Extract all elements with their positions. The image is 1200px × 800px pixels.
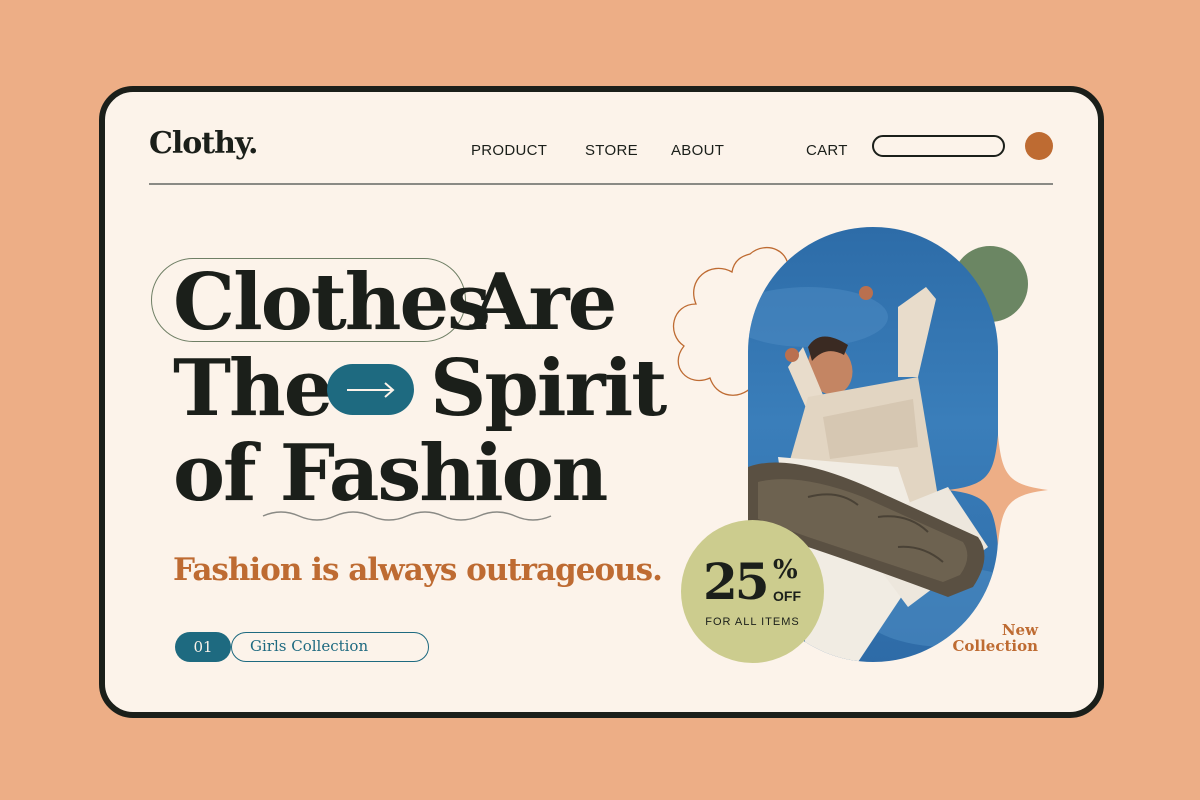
headline-word-the: The [173,343,333,434]
nav-product[interactable]: PRODUCT [471,142,547,159]
headline-word-clothes: Clothes [173,257,491,348]
discount-subtext: FOR ALL ITEMS [705,616,800,628]
headline-word-are: Are [470,257,617,348]
avatar[interactable] [1025,132,1053,160]
headline-word-spirit: Spirit [430,343,667,434]
tagline: Fashion is always outrageous. [173,552,663,588]
discount-off-label: OFF [773,588,801,604]
header-divider [149,183,1053,185]
landing-card: Clothy. PRODUCT STORE ABOUT CART Clothes… [99,86,1104,718]
search-input[interactable] [872,135,1005,157]
discount-percent: 25 [703,552,770,611]
collection-link[interactable]: Girls Collection [231,632,429,662]
new-collection-label[interactable]: New Collection [952,622,1038,654]
new-collection-line2: Collection [952,637,1038,655]
nav-cart[interactable]: CART [806,142,848,159]
arrow-right-icon [347,382,395,398]
logo[interactable]: Clothy. [149,126,258,161]
discount-badge[interactable]: 25 % OFF FOR ALL ITEMS [681,520,824,663]
new-collection-line1: New [1001,621,1038,639]
arrow-button[interactable] [327,364,414,415]
collection-number[interactable]: 01 [175,632,231,662]
headline-line-fashion: of Fashion [173,428,608,519]
nav-store[interactable]: STORE [585,142,638,159]
squiggle-underline [262,511,552,521]
discount-percent-sign: % [773,555,798,585]
sparkle-icon [948,435,1048,545]
nav-about[interactable]: ABOUT [671,142,724,159]
